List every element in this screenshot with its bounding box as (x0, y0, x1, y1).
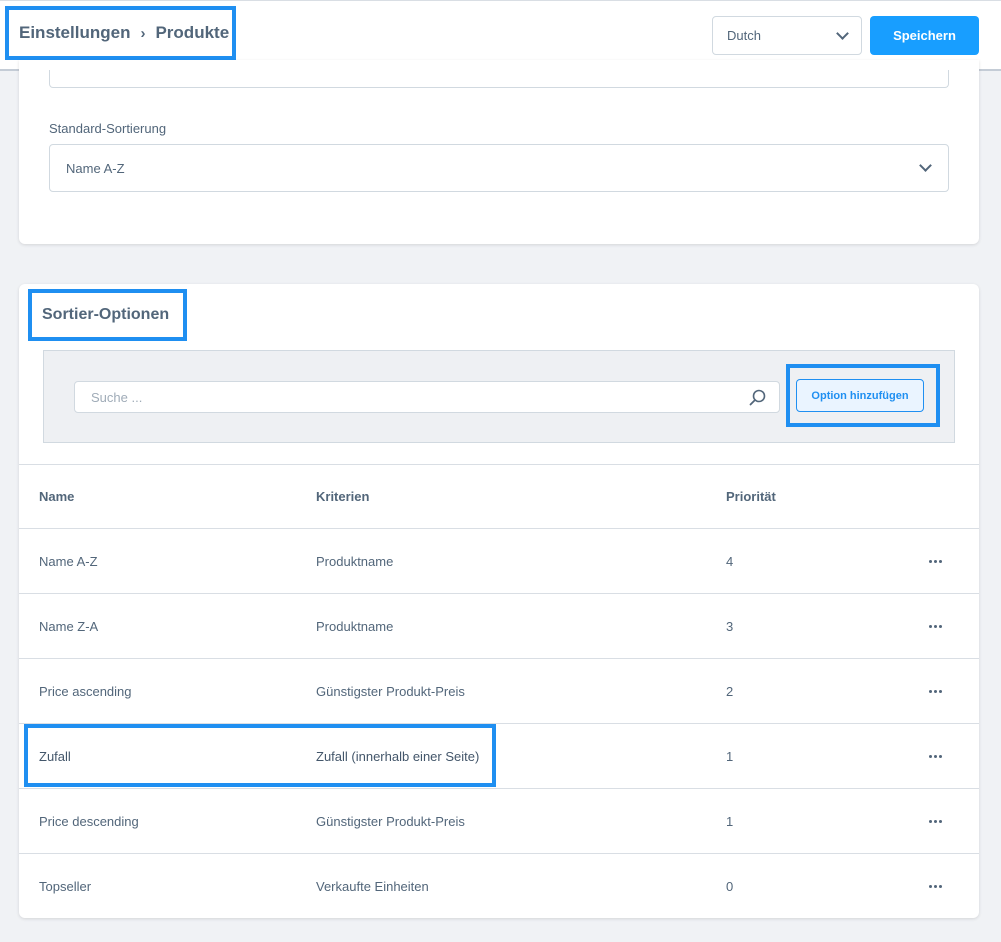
table-row[interactable]: Topseller Verkaufte Einheiten 0 (19, 854, 979, 919)
more-actions-icon[interactable] (924, 529, 946, 593)
add-option-button[interactable]: Option hinzufügen (796, 379, 924, 412)
table-row[interactable]: Price ascending Günstigster Produkt-Prei… (19, 659, 979, 724)
search-icon[interactable] (749, 389, 767, 407)
row-name: Price descending (39, 813, 139, 829)
sort-options-toolbar: Suche ... Option hinzufügen (43, 350, 955, 443)
row-name: Name A-Z (39, 553, 98, 569)
row-priority: 1 (726, 748, 734, 764)
row-criteria: Verkaufte Einheiten (316, 879, 429, 894)
breadcrumb-chevron-icon: › (140, 24, 146, 42)
more-actions-icon[interactable] (924, 789, 946, 853)
row-priority: 2 (726, 683, 734, 699)
row-name: Zufall (39, 748, 71, 764)
sort-options-card: Sortier-Optionen Suche ... Option hinzuf… (19, 284, 979, 918)
column-header-priority[interactable]: Priorität (726, 465, 776, 528)
row-criteria: Günstigster Produkt-Preis (316, 683, 465, 699)
language-select[interactable]: Dutch (712, 16, 862, 55)
search-placeholder: Suche ... (91, 389, 143, 405)
row-name: Topseller (39, 879, 92, 894)
settings-card: Standard-Sortierung Name A-Z (19, 60, 979, 244)
language-select-value: Dutch (727, 28, 761, 43)
row-priority: 4 (726, 553, 734, 569)
chevron-down-icon (919, 159, 932, 172)
top-divider (0, 0, 1001, 1)
chevron-down-icon (836, 26, 849, 40)
default-sort-label: Standard-Sortierung (49, 121, 167, 136)
row-priority: 3 (726, 618, 734, 634)
column-header-criteria[interactable]: Kriterien (316, 465, 369, 528)
add-option-highlight: Option hinzufügen (786, 364, 940, 427)
breadcrumb-item-products: Produkte (155, 23, 230, 42)
default-sort-select[interactable]: Name A-Z (49, 144, 949, 192)
sort-options-table: Name Kriterien Priorität Name A-Z Produk… (19, 464, 979, 919)
row-name: Name Z-A (39, 618, 99, 634)
row-priority: 1 (726, 813, 734, 829)
row-criteria: Zufall (innerhalb einer Seite) (316, 748, 480, 764)
column-header-name[interactable]: Name (39, 465, 74, 528)
breadcrumb-item-settings[interactable]: Einstellungen (19, 23, 130, 43)
save-button[interactable]: Speichern (870, 16, 979, 55)
row-criteria: Produktname (316, 553, 394, 569)
row-priority: 0 (726, 879, 734, 894)
sort-options-title: Sortier-Optionen (28, 289, 187, 341)
more-actions-icon[interactable] (924, 854, 946, 919)
breadcrumb: Einstellungen › Produkte (5, 6, 236, 60)
more-actions-icon[interactable] (924, 659, 946, 723)
table-row[interactable]: Name A-Z Produktname 4 (19, 529, 979, 594)
row-criteria: Produktname (316, 618, 394, 634)
table-header: Name Kriterien Priorität (19, 464, 979, 529)
more-actions-icon[interactable] (924, 594, 946, 658)
partial-input-field[interactable] (49, 70, 949, 88)
table-row[interactable]: Name Z-A Produktname 3 (19, 594, 979, 659)
row-name: Price ascending (39, 683, 132, 699)
table-row[interactable]: Price descending Günstigster Produkt-Pre… (19, 789, 979, 854)
table-row[interactable]: Zufall Zufall (innerhalb einer Seite) 1 (19, 724, 979, 789)
search-input[interactable]: Suche ... (74, 381, 780, 413)
default-sort-value: Name A-Z (66, 160, 125, 176)
row-criteria: Günstigster Produkt-Preis (316, 813, 465, 829)
more-actions-icon[interactable] (924, 724, 946, 788)
